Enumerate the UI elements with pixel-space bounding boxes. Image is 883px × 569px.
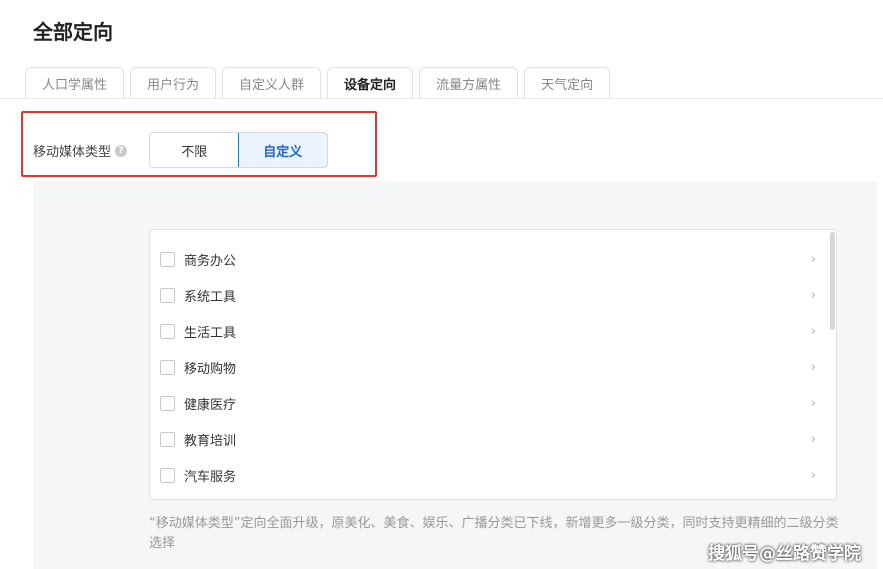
category-label: 健康医疗	[184, 397, 237, 413]
category-checkbox[interactable]	[160, 287, 175, 303]
category-label: 移动购物	[184, 361, 237, 377]
red-highlight-annotation	[21, 111, 377, 177]
tab-traffic-attributes[interactable]: 流量方属性	[419, 67, 519, 99]
targeting-tabs: 人口学属性 用户行为 自定义人群 设备定向 流量方属性 天气定向	[25, 67, 611, 99]
list-item[interactable]: 生活工具 ›	[150, 313, 830, 349]
tab-user-behavior[interactable]: 用户行为	[130, 67, 217, 99]
category-list: 商务办公 › 系统工具 › 生活工具 › 移动购物 › 健康医疗 › 教育培训 …	[149, 229, 837, 500]
category-label: 系统工具	[184, 289, 237, 305]
tab-demographics[interactable]: 人口学属性	[25, 67, 125, 99]
chevron-right-icon[interactable]: ›	[811, 468, 816, 483]
category-label: 教育培训	[184, 433, 237, 449]
watermark: 搜狐号@丝路赞学院	[708, 544, 861, 564]
category-checkbox[interactable]	[160, 251, 175, 267]
tab-weather-targeting[interactable]: 天气定向	[524, 67, 611, 99]
category-checkbox[interactable]	[160, 467, 175, 483]
list-item[interactable]: 移动购物 ›	[150, 349, 830, 385]
page-title: 全部定向	[33, 20, 113, 44]
tab-custom-audience[interactable]: 自定义人群	[222, 67, 322, 99]
list-item[interactable]: 商务办公 ›	[150, 241, 830, 277]
chevron-right-icon[interactable]: ›	[811, 396, 816, 411]
list-item[interactable]: 健康医疗 ›	[150, 385, 830, 421]
category-checkbox[interactable]	[160, 323, 175, 339]
chevron-right-icon[interactable]: ›	[811, 432, 816, 447]
category-label: 汽车服务	[184, 469, 237, 485]
category-label: 生活工具	[184, 325, 237, 341]
list-item[interactable]: 教育培训 ›	[150, 421, 830, 457]
tab-device-targeting[interactable]: 设备定向	[327, 67, 414, 99]
list-item[interactable]: 系统工具 ›	[150, 277, 830, 313]
category-label: 商务办公	[184, 253, 237, 269]
category-checkbox[interactable]	[160, 431, 175, 447]
list-item[interactable]: 汽车服务 ›	[150, 457, 830, 493]
tabs-divider	[0, 98, 883, 99]
chevron-right-icon[interactable]: ›	[811, 252, 816, 267]
category-checkbox[interactable]	[160, 359, 175, 375]
chevron-right-icon[interactable]: ›	[811, 360, 816, 375]
chevron-right-icon[interactable]: ›	[811, 324, 816, 339]
list-scrollbar[interactable]	[830, 232, 835, 330]
chevron-right-icon[interactable]: ›	[811, 288, 816, 303]
category-checkbox[interactable]	[160, 395, 175, 411]
